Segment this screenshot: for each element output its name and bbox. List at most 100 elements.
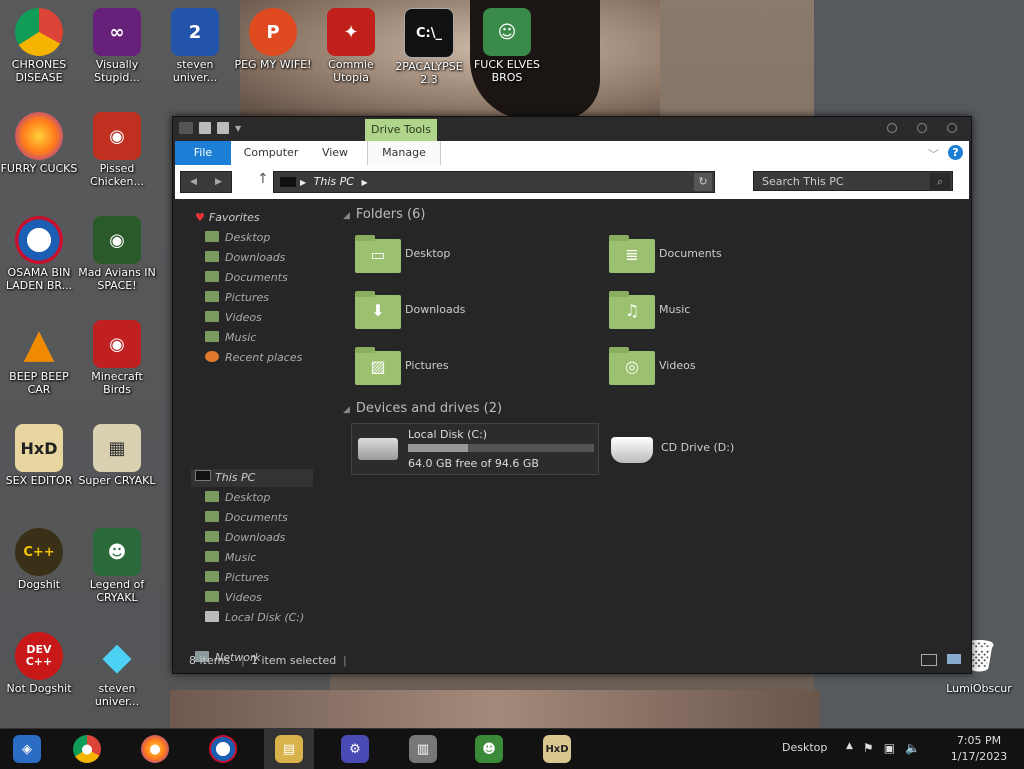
back-forward-buttons: ◀ ▶ [180,171,232,193]
chevron-down-icon[interactable]: ▼ [235,124,241,133]
taskbar-chrome[interactable]: ● [62,729,112,769]
drive-local-disk-c[interactable]: Local Disk (C:) 64.0 GB free of 94.6 GB [351,423,599,475]
hard-drive-icon [358,438,398,460]
folder-documents[interactable]: ≣ Documents [597,233,837,277]
nav-favorites[interactable]: ♥ Favorites [195,209,260,227]
desktop-icon-legend-cryakl[interactable]: ☻ Legend of CRYAKL [78,528,156,604]
desktop-icon-chrome[interactable]: CHRONES DISEASE [0,8,78,84]
collapse-arrow-icon[interactable]: ◢ [343,211,350,221]
desktop-icon-elves[interactable]: ☺ FUCK ELVES BROS [468,8,546,84]
back-button[interactable]: ◀ [181,172,206,192]
chevron-right-icon[interactable]: ▶ [361,178,367,187]
nav-fav-pictures[interactable]: Pictures [205,289,269,307]
details-view-icon[interactable] [921,654,937,666]
folder-downloads[interactable]: ⬇ Downloads [343,289,583,333]
folder-pictures[interactable]: ▨ Pictures [343,345,583,389]
nav-pc-music[interactable]: Music [205,549,256,567]
desktop-icon-firefox[interactable]: FURRY CUCKS [0,112,78,175]
desktop-icon-steven-universe-2[interactable]: ◆ steven univer... [78,632,156,708]
folder-glyph: ≣ [625,245,639,264]
desktop-icon-vlc[interactable]: ▲ BEEP BEEP CAR [0,320,78,396]
taskbar-messenger[interactable]: ☻ [464,729,514,769]
title-bar[interactable]: ▼ Drive Tools [173,117,971,141]
nav-pc-downloads[interactable]: Downloads [205,529,285,547]
tab-computer[interactable]: Computer [235,141,307,165]
clock[interactable]: 7:05 PM 1/17/2023 [946,733,1012,765]
folder-videos[interactable]: ◎ Videos [597,345,837,389]
expand-ribbon-chevron-icon[interactable]: ﹀ [928,146,939,162]
nav-pc-pictures[interactable]: Pictures [205,569,269,587]
close-button[interactable] [947,123,957,133]
collapse-arrow-icon[interactable]: ◢ [343,405,350,415]
up-arrow-icon[interactable]: ↑ [257,171,269,187]
nav-fav-downloads[interactable]: Downloads [205,249,285,267]
minimize-button[interactable] [887,123,897,133]
refresh-icon[interactable]: ↻ [694,173,712,191]
tab-view[interactable]: View [315,141,355,165]
taskbar-settings[interactable]: ⚙ [330,729,380,769]
folder-desktop[interactable]: ▭ Desktop [343,233,583,277]
desktop-icon-not-dogshit[interactable]: DEV C++ Not Dogshit [0,632,78,695]
properties-icon[interactable] [199,122,211,134]
taskbar-file-explorer[interactable]: ▤ [264,729,314,769]
taskbar-hxd[interactable]: HxD [532,729,582,769]
taskbar-obama[interactable]: ◐ [198,729,248,769]
music-folder-icon [205,331,219,342]
folder-glyph: ⬇ [371,301,385,320]
desktop-icon-steven-universe[interactable]: 2 steven univer... [156,8,234,84]
desktop-icon-minecraft-birds[interactable]: ◉ Minecraft Birds [78,320,156,396]
new-folder-icon[interactable] [217,122,229,134]
taskbar-store[interactable]: ▥ [398,729,448,769]
nav-fav-videos[interactable]: Videos [205,309,262,327]
tab-manage[interactable]: Manage [367,141,441,165]
desktop-icon-super-cryakl[interactable]: ▦ Super CRYAKL [78,424,156,487]
flag-icon[interactable]: ⚑ [863,741,874,755]
folder-name: Downloads [405,303,466,316]
pictures-folder-icon [205,571,219,582]
address-toolbar: ◀ ▶ ↑ ▶ This PC ▶ ↻ Search This PC ⌕ [175,165,969,199]
window-icon[interactable] [179,122,193,134]
folder-music[interactable]: ♫ Music [597,289,837,333]
chevron-right-icon[interactable]: ▶ [300,178,306,187]
nav-fav-recent-places[interactable]: Recent places [205,349,302,367]
forward-button[interactable]: ▶ [206,172,231,192]
nav-fav-desktop[interactable]: Desktop [205,229,270,247]
drive-cd-d[interactable]: CD Drive (D:) [609,425,849,471]
help-icon[interactable]: ? [948,145,963,160]
desktop-icon-2pacalypse[interactable]: C:\_ 2PACALYPSE 2.3 [390,8,468,86]
network-icon[interactable]: ▣ [884,741,895,755]
tab-file[interactable]: File [175,141,231,165]
nav-label: Music [225,551,257,564]
search-input[interactable]: Search This PC ⌕ [753,171,953,191]
taskbar-start[interactable]: ◈ [2,729,52,769]
desktop-icon-sex-editor[interactable]: HxD SEX EDITOR [0,424,78,487]
desktop-icon-mad-avians[interactable]: ◉ Mad Avians IN SPACE! [78,216,156,292]
nav-fav-documents[interactable]: Documents [205,269,288,287]
desktop-icon-dogshit[interactable]: C++ Dogshit [0,528,78,591]
devices-group-header[interactable]: ◢ Devices and drives (2) [343,401,502,416]
nav-fav-music[interactable]: Music [205,329,256,347]
file-explorer-window[interactable]: ▼ Drive Tools File Computer View Manage … [172,116,972,674]
taskbar-firefox[interactable]: ● [130,729,180,769]
address-bar[interactable]: ▶ This PC ▶ ↻ [273,171,715,193]
nav-this-pc[interactable]: This PC [195,469,255,487]
desktop-icon-peg[interactable]: P PEG MY WIFE! [234,8,312,71]
desktop-icon-commie-utopia[interactable]: ✦ Commie Utopia [312,8,390,84]
desktop-toolbar-label[interactable]: Desktop [782,741,827,754]
desktop-icon-pissed-chicken[interactable]: ◉ Pissed Chicken... [78,112,156,188]
desktop-folder-icon: ▭ [355,235,401,273]
nav-pc-documents[interactable]: Documents [205,509,288,527]
large-icons-view-icon[interactable] [947,654,961,664]
desktop-icon-visual-studio[interactable]: ∞ Visually Stupid... [78,8,156,84]
chevron-up-icon[interactable]: ▲ [846,741,853,755]
folders-group-header[interactable]: ◢ Folders (6) [343,207,425,222]
nav-pc-desktop[interactable]: Desktop [205,489,270,507]
taskbar: ◈ ● ● ◐ ▤ ⚙ ▥ ☻ HxD Desktop ▲ ⚑ ▣ 🔈 7:05… [0,728,1024,769]
desktop-icon-label: Visually Stupid... [94,58,140,84]
maximize-button[interactable] [917,123,927,133]
nav-pc-videos[interactable]: Videos [205,589,262,607]
desktop-icon-obama[interactable]: ◐ OSAMA BIN LADEN BR... [0,216,78,292]
search-icon[interactable]: ⌕ [930,173,950,191]
nav-pc-local-disk[interactable]: Local Disk (C:) [205,609,304,627]
volume-icon[interactable]: 🔈 [905,741,920,755]
